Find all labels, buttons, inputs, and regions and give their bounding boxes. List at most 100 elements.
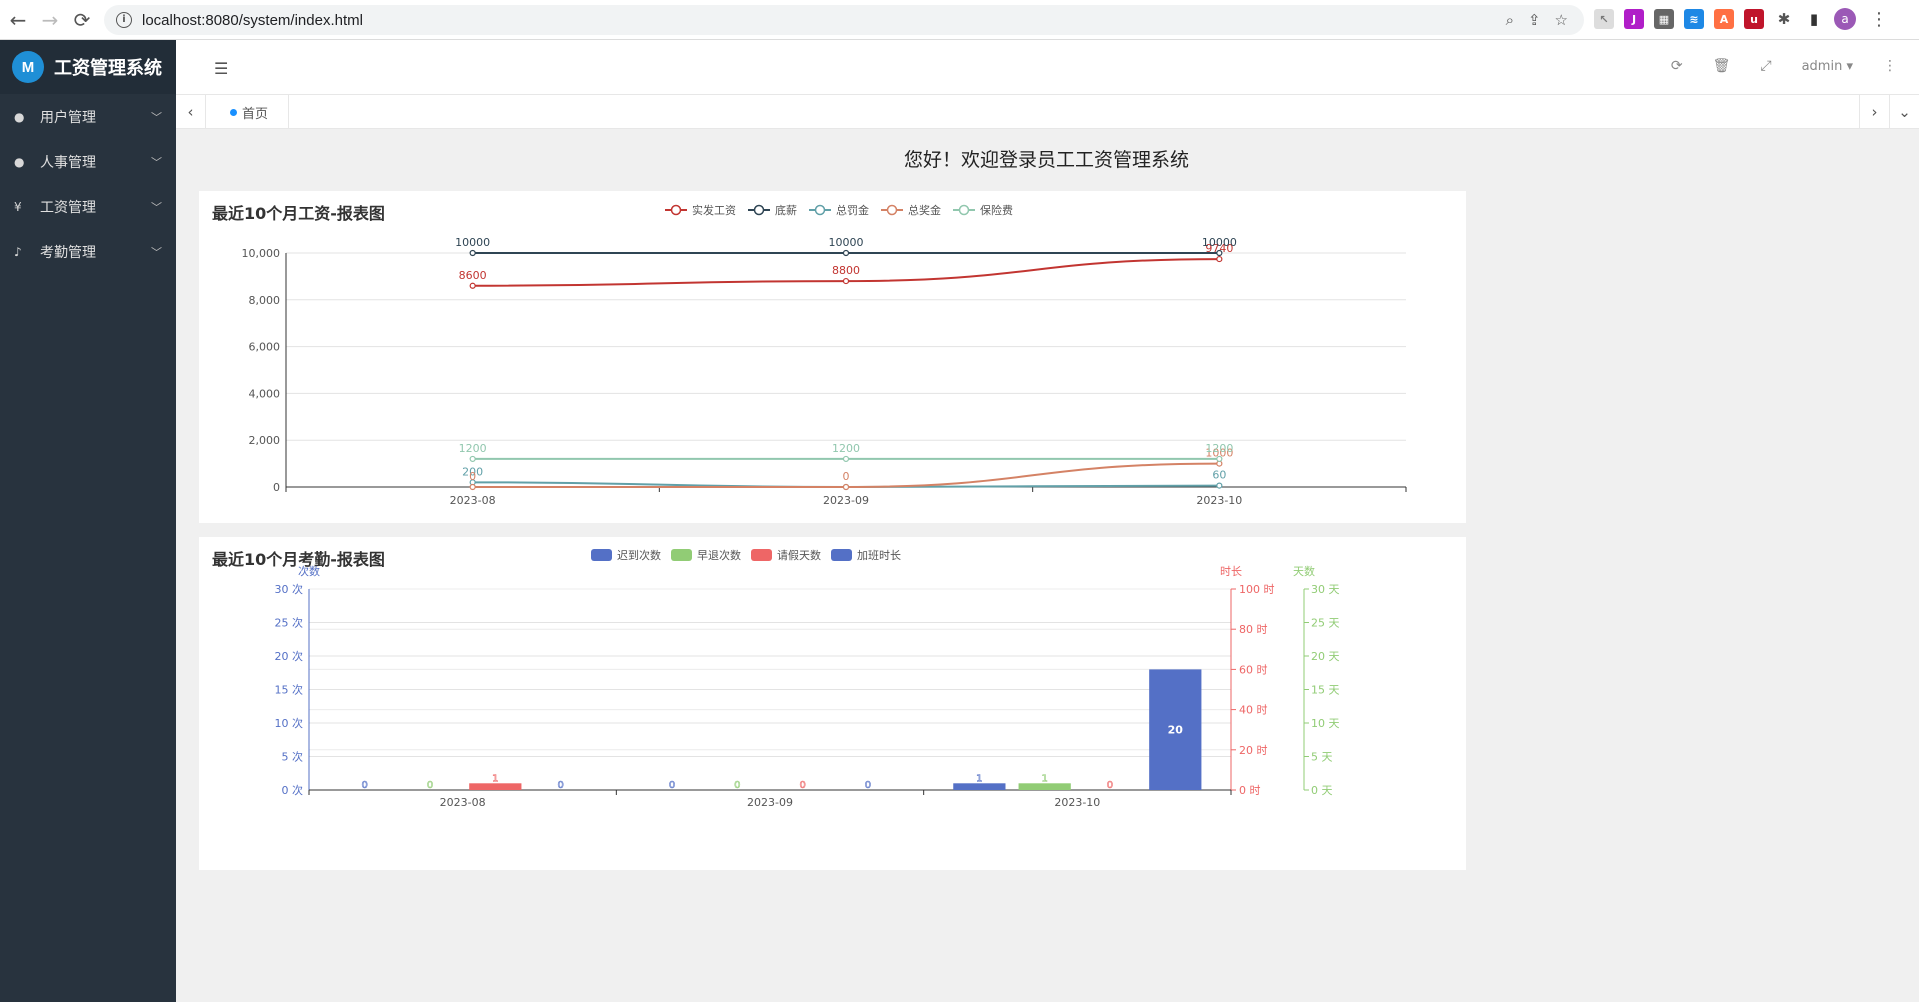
legend-item: 总罚金 — [809, 203, 869, 217]
y2-tick-label: 80 时 — [1239, 623, 1268, 636]
y3-tick-label: 5 天 — [1311, 751, 1333, 764]
fullscreen-icon[interactable]: ⤢ — [1760, 58, 1771, 74]
data-point — [842, 455, 850, 463]
y-axis-name: 次数 — [298, 564, 320, 578]
legend-item: 早退次数 — [671, 548, 741, 562]
legend-item: 加班时长 — [831, 549, 901, 562]
tabs-dropdown-icon[interactable]: ⌄ — [1889, 95, 1919, 129]
y-tick-label: 4,000 — [249, 387, 281, 400]
refresh-icon[interactable]: ⟳ — [1671, 58, 1683, 74]
bar-value-label: 0 — [865, 780, 871, 791]
extensions-puzzle-icon[interactable]: ✱ — [1774, 9, 1794, 29]
sidebar-item-user-management[interactable]: ● 用户管理 ﹀ — [0, 94, 176, 139]
profile-avatar[interactable]: a — [1834, 8, 1856, 30]
extension-translate-icon[interactable]: A — [1714, 9, 1734, 29]
active-tab-dot — [230, 108, 237, 116]
sidebar-item-label: 用户管理 — [40, 109, 96, 126]
data-point — [842, 277, 850, 285]
legend-label: 总罚金 — [836, 203, 869, 217]
legend-label: 迟到次数 — [617, 548, 661, 562]
extension-layers-icon[interactable]: ≋ — [1684, 9, 1704, 29]
data-label: 1200 — [459, 442, 487, 455]
legend-item: 迟到次数 — [591, 548, 661, 562]
legend-item: 请假天数 — [751, 548, 821, 562]
tab-home-label: 首页 — [242, 106, 269, 122]
chevron-down-icon: ﹀ — [151, 245, 162, 259]
bar-value-label: 0 — [734, 780, 740, 791]
y2-tick-label: 40 时 — [1239, 704, 1268, 717]
data-label: 10000 — [455, 236, 490, 249]
tabs-scroll-left-icon[interactable]: ‹ — [176, 95, 206, 129]
side-panel-icon[interactable]: ▮ — [1804, 9, 1824, 29]
tab-home[interactable]: 首页 — [216, 95, 290, 129]
x-tick-label: 2023-09 — [823, 494, 869, 507]
extension-cursor-icon[interactable]: ↖ — [1594, 9, 1614, 29]
extension-ublock-icon[interactable]: u — [1744, 9, 1764, 29]
bar-value-label: 0 — [427, 780, 433, 791]
user-menu[interactable]: admin ▾ — [1802, 59, 1853, 74]
user-icon: ● — [14, 109, 25, 124]
bar-value-label: 20 — [1168, 724, 1184, 737]
y-tick-label: 5 次 — [282, 750, 304, 764]
attendance-chart-panel: 最近10个月考勤-报表图 0 次5 次 10 次 15 次 20 次 25 次 30 次0… — [199, 537, 1466, 870]
data-label: 10000 — [829, 236, 864, 249]
data-point — [1216, 255, 1223, 263]
bar-value-label: 0 — [557, 780, 563, 791]
logo-icon: M — [12, 51, 44, 83]
share-icon[interactable]: ⇪ — [1528, 11, 1541, 29]
legend-swatch — [671, 549, 692, 561]
chevron-down-icon: ﹀ — [151, 110, 162, 124]
back-button[interactable]: ← — [2, 4, 34, 36]
x-tick-label: 2023-10 — [1196, 494, 1242, 507]
people-icon: ● — [14, 154, 25, 169]
sidebar-item-hr-management[interactable]: ● 人事管理 ﹀ — [0, 139, 176, 184]
brand: M 工资管理系统 — [0, 40, 176, 94]
legend-item: 实发工资 — [665, 203, 736, 217]
data-label: 8800 — [832, 264, 860, 277]
data-point — [469, 249, 476, 257]
legend-swatch-marker — [753, 204, 765, 216]
y3-tick-label: 10 天 — [1311, 717, 1340, 730]
legend-swatch-marker — [814, 204, 826, 216]
y-tick-label: 15 次 — [275, 683, 304, 697]
sidebar-item-label: 考勤管理 — [40, 244, 96, 261]
tabs-scroll-right-icon[interactable]: › — [1859, 95, 1889, 129]
site-info-icon[interactable]: i — [116, 12, 132, 28]
y-tick-label: 6,000 — [249, 341, 281, 354]
legend-swatch-marker — [958, 204, 970, 216]
bookmark-star-icon[interactable]: ☆ — [1555, 11, 1568, 29]
legend-item: 总奖金 — [881, 203, 941, 217]
reload-button[interactable]: ⟳ — [66, 4, 98, 36]
extension-store-icon[interactable]: ▦ — [1654, 9, 1674, 29]
y2-tick-label: 0 时 — [1239, 784, 1261, 797]
browser-menu-icon[interactable]: ⋮ — [1870, 9, 1888, 30]
y2-tick-label: 100 时 — [1239, 583, 1275, 596]
y-tick-label: 8,000 — [249, 294, 281, 307]
y2-tick-label: 20 时 — [1239, 744, 1268, 757]
sidebar-item-label: 人事管理 — [40, 154, 96, 171]
y3-tick-label: 25 天 — [1311, 617, 1340, 630]
zoom-icon[interactable]: ⌕ — [1506, 11, 1514, 29]
more-vertical-icon[interactable]: ⋮ — [1883, 58, 1897, 74]
legend-label: 总奖金 — [908, 203, 941, 217]
menu-toggle-icon[interactable]: ☰ — [214, 59, 228, 78]
trash-icon[interactable]: 🗑 — [1713, 58, 1731, 74]
address-bar[interactable]: i localhost:8080/system/index.html ⌕ ⇪ ☆ — [104, 5, 1584, 35]
data-label: 8600 — [459, 269, 487, 282]
main-content: 您好！欢迎登录员工工资管理系统 最近10个月工资-报表图 0 2,000 4,000… — [176, 129, 1919, 1002]
browser-toolbar: ← → ⟳ i localhost:8080/system/index.html… — [0, 0, 1919, 40]
data-point — [1216, 482, 1223, 489]
y-tick-label: 10,000 — [242, 247, 281, 260]
sidebar-item-salary-management[interactable]: ¥ 工资管理 ﹀ — [0, 184, 176, 229]
x-tick-label: 2023-08 — [450, 494, 496, 507]
sidebar-item-attendance-management[interactable]: ♪ 考勤管理 ﹀ — [0, 229, 176, 274]
legend-label: 早退次数 — [697, 548, 741, 562]
bar-value-label: 1 — [976, 773, 982, 784]
top-header: ☰ ⟳ 🗑 ⤢ admin ▾ ⋮ — [176, 40, 1919, 95]
url-text[interactable]: localhost:8080/system/index.html — [142, 12, 363, 29]
data-label: 60 — [1212, 469, 1226, 482]
chevron-down-icon: ﹀ — [151, 200, 162, 214]
forward-button[interactable]: → — [34, 4, 66, 36]
y2-axis-name: 时长 — [1220, 565, 1242, 578]
extension-jp-icon[interactable]: J — [1624, 9, 1644, 29]
